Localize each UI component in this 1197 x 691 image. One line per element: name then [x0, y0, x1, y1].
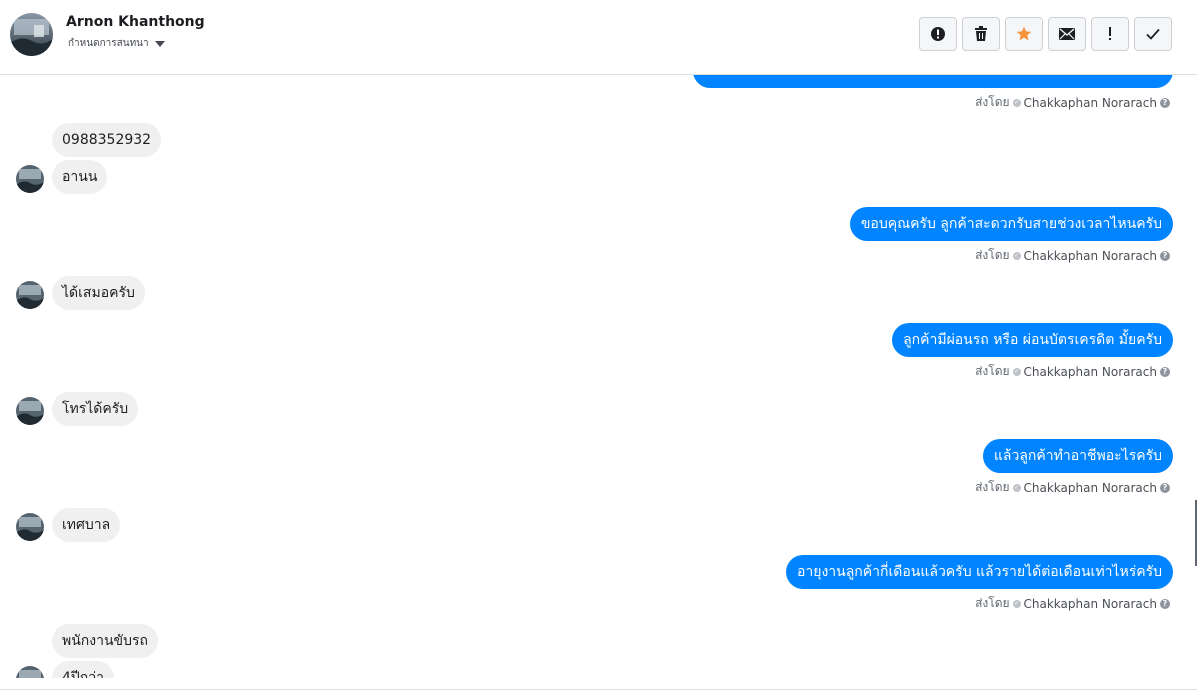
spam-button[interactable]: [919, 17, 957, 51]
contact-avatar-small: [16, 165, 44, 193]
sent-by-label: ส่งโดย: [975, 248, 1010, 262]
conversation-header: Arnon Khanthong กำหนดการสนทนา: [0, 0, 1197, 75]
outgoing-message: ลูกค้ามีผ่อนรถ หรือ ผ่อนบัตรเครดิต มั้ยค…: [892, 323, 1173, 357]
help-icon[interactable]: ?: [1160, 598, 1170, 609]
conversation-label-dropdown[interactable]: กำหนดการสนทนา: [68, 36, 165, 51]
agent-name[interactable]: Chakkaphan Norarach: [1024, 597, 1157, 611]
contact-avatar[interactable]: [10, 13, 53, 56]
sent-by-label: ส่งโดย: [975, 480, 1010, 494]
outgoing-message: อายุงานลูกค้ากี่เดือนแล้วครับ แล้วรายได้…: [785, 555, 1173, 589]
outgoing-message: แล้วลูกค้าทำอาชีพอะไรครับ: [982, 439, 1173, 473]
exclamation-icon: [1109, 27, 1111, 40]
sent-by-label: ส่งโดย: [975, 596, 1010, 610]
verified-icon: ✓: [1012, 367, 1021, 376]
delete-button[interactable]: [962, 17, 1000, 51]
verified-icon: ✓: [1012, 599, 1021, 608]
agent-name[interactable]: Chakkaphan Norarach: [1024, 96, 1157, 110]
star-button[interactable]: [1005, 17, 1043, 51]
outgoing-message: [693, 75, 1173, 88]
help-icon[interactable]: ?: [1160, 482, 1170, 493]
conversation-toolbar: [919, 17, 1172, 51]
trash-icon: [975, 26, 987, 41]
help-icon[interactable]: ?: [1160, 250, 1170, 261]
agent-name[interactable]: Chakkaphan Norarach: [1024, 249, 1157, 263]
contact-avatar-small: [16, 513, 44, 541]
outgoing-message: ขอบคุณครับ ลูกค้าสะดวกรับสายช่วงเวลาไหนค…: [849, 207, 1173, 241]
contact-avatar-small: [16, 281, 44, 309]
sent-by-line: ส่งโดย ✓ Chakkaphan Norarach ?: [975, 594, 1170, 613]
incoming-message: โทรได้ครับ: [52, 392, 139, 426]
verified-icon: ✓: [1012, 483, 1021, 492]
sent-by-line: ส่งโดย ✓ Chakkaphan Norarach ?: [975, 478, 1170, 497]
star-icon: [1016, 26, 1032, 41]
verified-icon: ✓: [1012, 98, 1021, 107]
agent-name[interactable]: Chakkaphan Norarach: [1024, 365, 1157, 379]
message-thread[interactable]: ส่งโดย ✓ Chakkaphan Norarach ? 098835293…: [0, 75, 1197, 678]
incoming-message: พนักงานขับรถ: [52, 624, 158, 658]
incoming-message: 0988352932: [52, 123, 162, 157]
composer-divider: [0, 689, 1197, 690]
contact-avatar-small: [16, 397, 44, 425]
incoming-message: 4ปีกว่า: [52, 661, 114, 678]
incoming-message: เทศบาล: [52, 508, 121, 542]
agent-name[interactable]: Chakkaphan Norarach: [1024, 481, 1157, 495]
verified-icon: ✓: [1012, 251, 1021, 260]
label-selector-text: กำหนดการสนทนา: [68, 38, 149, 49]
caret-down-icon: [154, 40, 165, 47]
contact-name[interactable]: Arnon Khanthong: [66, 14, 205, 30]
envelope-icon: [1059, 28, 1075, 40]
checkmark-icon: [1146, 28, 1160, 40]
sent-by-label: ส่งโดย: [975, 95, 1010, 109]
help-icon[interactable]: ?: [1160, 366, 1170, 377]
sent-by-label: ส่งโดย: [975, 364, 1010, 378]
incoming-message: อานน: [52, 160, 108, 194]
alert-circle-icon: [931, 27, 945, 41]
done-button[interactable]: [1134, 17, 1172, 51]
sent-by-line: ส่งโดย ✓ Chakkaphan Norarach ?: [975, 246, 1170, 265]
help-icon[interactable]: ?: [1160, 97, 1170, 108]
follow-up-button[interactable]: [1091, 17, 1129, 51]
mark-unread-button[interactable]: [1048, 17, 1086, 51]
contact-avatar-small: [16, 666, 44, 678]
sent-by-line: ส่งโดย ✓ Chakkaphan Norarach ?: [975, 93, 1170, 112]
sent-by-line: ส่งโดย ✓ Chakkaphan Norarach ?: [975, 362, 1170, 381]
incoming-message: ได้เสมอครับ: [52, 276, 145, 310]
